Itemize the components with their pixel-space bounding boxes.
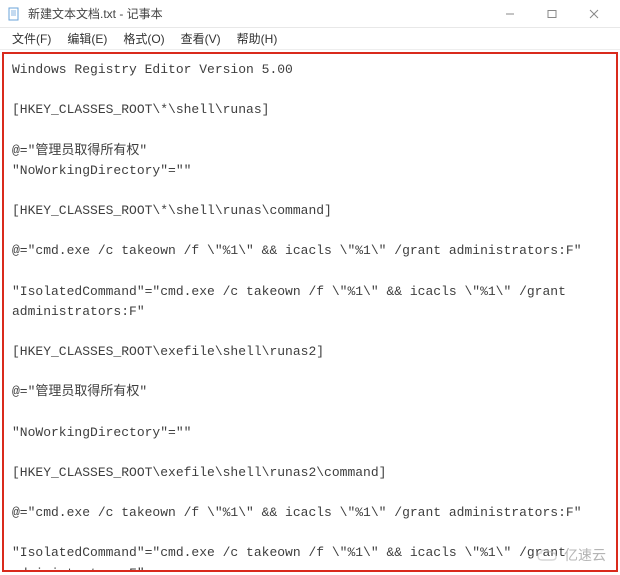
maximize-button[interactable] [540,4,564,24]
watermark-text: 亿速云 [564,545,606,565]
cloud-icon [536,547,558,563]
window-controls [498,4,614,24]
watermark: 亿速云 [536,545,606,565]
menubar: 文件(F) 编辑(E) 格式(O) 查看(V) 帮助(H) [0,28,620,50]
notepad-icon [6,6,22,22]
menu-view[interactable]: 查看(V) [175,28,227,49]
menu-edit[interactable]: 编辑(E) [61,28,113,49]
menu-format[interactable]: 格式(O) [117,28,170,49]
minimize-button[interactable] [498,4,522,24]
close-button[interactable] [582,4,606,24]
titlebar: 新建文本文档.txt - 记事本 [0,0,620,28]
menu-file[interactable]: 文件(F) [6,28,57,49]
window-title: 新建文本文档.txt - 记事本 [28,5,498,22]
editor-content[interactable]: Windows Registry Editor Version 5.00 [HK… [2,52,618,572]
menu-help[interactable]: 帮助(H) [231,28,284,49]
